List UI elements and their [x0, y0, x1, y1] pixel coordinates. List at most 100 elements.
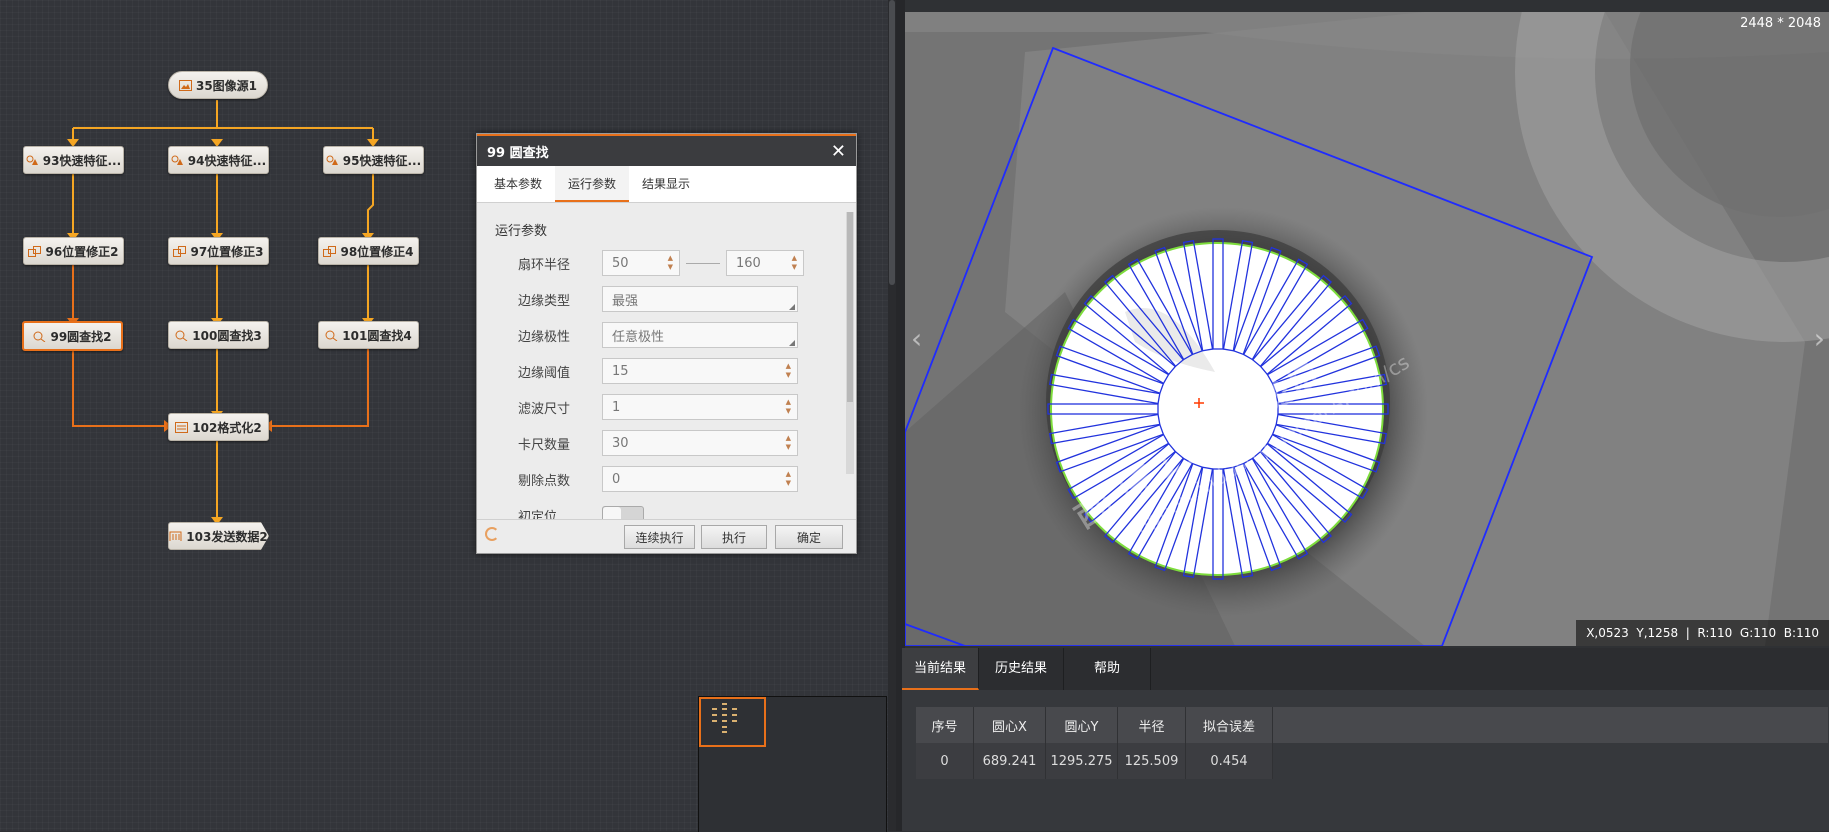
reject-points-input[interactable]: 0 ▲ ▼	[602, 466, 798, 492]
cell-filler	[1272, 743, 1828, 779]
node-label: 93快速特征...	[42, 153, 122, 168]
node-position-fix-98[interactable]: 98位置修正4	[318, 237, 419, 265]
node-circle-find-101[interactable]: 101圆查找4	[318, 321, 419, 349]
node-circle-find-99[interactable]: 99圆查找2	[22, 321, 123, 351]
col-header-filler	[1272, 707, 1828, 743]
image-resolution: 2448 * 2048	[1740, 16, 1821, 31]
section-title: 运行参数	[495, 224, 548, 239]
inspection-image: 西门子工业 技术论坛 support.industry.siemens.com/…	[905, 12, 1829, 646]
node-label: 102格式化2	[192, 420, 262, 435]
col-header[interactable]: 圆心Y	[1045, 707, 1118, 743]
spinner-icon[interactable]: ▲ ▼	[668, 254, 673, 272]
tab-basic-params[interactable]: 基本参数	[481, 166, 555, 202]
dialog-scrollbar[interactable]	[846, 212, 854, 474]
edge-type-select[interactable]: 最强	[602, 286, 798, 312]
tab-history-result[interactable]: 历史结果	[979, 648, 1065, 690]
param-reject-points: 剔除点数 0 ▲ ▼	[477, 461, 843, 497]
spinner-icon[interactable]: ▲ ▼	[786, 398, 791, 416]
tab-help[interactable]: 帮助	[1064, 648, 1152, 690]
image-viewer[interactable]: 西门子工业 技术论坛 support.industry.siemens.com/…	[905, 12, 1829, 646]
node-fast-feature-94[interactable]: 94快速特征...	[168, 146, 269, 174]
position-fix-icon	[173, 245, 187, 257]
col-header[interactable]: 半径	[1117, 707, 1186, 743]
param-filter-size: 滤波尺寸 1 ▲ ▼	[477, 389, 843, 425]
minimap-preview	[712, 703, 737, 733]
cell: 0.454	[1185, 743, 1273, 779]
ring-radius-min-input[interactable]: 50 ▲ ▼	[602, 250, 680, 276]
position-fix-icon	[323, 245, 337, 257]
node-label: 95快速特征...	[342, 153, 422, 168]
image-icon	[178, 79, 192, 91]
col-header[interactable]: 圆心X	[973, 707, 1046, 743]
node-position-fix-97[interactable]: 97位置修正3	[168, 237, 269, 265]
node-fast-feature-93[interactable]: 93快速特征...	[23, 146, 124, 174]
node-circle-find-100[interactable]: 100圆查找3	[168, 321, 269, 349]
circle-find-dialog: 99 圆查找 ✕ 基本参数 运行参数 结果显示 运行参数 扇环半径 50 ▲ ▼ …	[476, 133, 857, 554]
node-image-source[interactable]: 35图像源1	[168, 71, 268, 99]
result-area: 序号 圆心X 圆心Y 半径 拟合误差 0 689.241 1295.275 12…	[902, 690, 1829, 831]
dropdown-corner-icon	[789, 304, 795, 310]
node-fast-feature-95[interactable]: 95快速特征...	[323, 146, 424, 174]
param-label: 边缘阈值	[518, 365, 571, 381]
spinner-icon[interactable]: ▲ ▼	[786, 470, 791, 488]
position-fix-icon	[28, 245, 42, 257]
dialog-scrollbar-thumb[interactable]	[847, 212, 853, 402]
next-image-icon[interactable]: ›	[1814, 322, 1825, 355]
cell: 125.509	[1117, 743, 1186, 779]
flow-minimap[interactable]	[698, 696, 887, 832]
edge-polarity-select[interactable]: 任意极性	[602, 322, 798, 348]
tab-current-result[interactable]: 当前结果	[902, 648, 980, 690]
table-row[interactable]: 0 689.241 1295.275 125.509 0.454	[916, 743, 1828, 779]
param-label: 边缘极性	[518, 329, 571, 345]
ring-radius-max-input[interactable]: 160 ▲ ▼	[726, 250, 804, 276]
spinner-icon[interactable]: ▲ ▼	[792, 254, 797, 272]
continuous-run-button[interactable]: 连续执行	[624, 525, 695, 549]
node-label: 99圆查找2	[50, 329, 112, 344]
edge-threshold-input[interactable]: 15 ▲ ▼	[602, 358, 798, 384]
dialog-body: 运行参数 扇环半径 50 ▲ ▼ 160 ▲ ▼ 边缘类型 最强 边缘极性 任意极性	[477, 206, 843, 524]
param-edge-type: 边缘类型 最强	[477, 281, 843, 317]
spinner-icon[interactable]: ▲ ▼	[786, 434, 791, 452]
pixel-info: X,0523 Y,1258 | R:110 G:110 B:110	[1576, 620, 1829, 646]
canvas-scrollbar[interactable]	[888, 0, 896, 831]
dropdown-corner-icon	[789, 340, 795, 346]
col-header[interactable]: 序号	[916, 707, 974, 743]
node-label: 35图像源1	[195, 78, 258, 93]
result-tabs: 当前结果 历史结果 帮助	[902, 648, 1829, 690]
close-icon[interactable]: ✕	[831, 141, 846, 162]
param-label: 卡尺数量	[518, 437, 571, 453]
node-send-data-103[interactable]: 103发送数据2	[168, 522, 269, 550]
node-label: 94快速特征...	[187, 153, 267, 168]
dialog-footer: 连续执行 执行 确定	[477, 519, 856, 553]
feature-match-icon	[171, 155, 184, 166]
run-button[interactable]: 执行	[701, 525, 767, 549]
param-label: 滤波尺寸	[518, 401, 571, 417]
ok-button[interactable]: 确定	[775, 525, 843, 549]
refresh-icon[interactable]	[485, 527, 499, 541]
dialog-tabs: 基本参数 运行参数 结果显示	[477, 166, 856, 203]
node-format-102[interactable]: 102格式化2	[168, 413, 269, 441]
node-position-fix-96[interactable]: 96位置修正2	[23, 237, 124, 265]
tab-result-display[interactable]: 结果显示	[629, 166, 703, 202]
caliper-count-input[interactable]: 30 ▲ ▼	[602, 430, 798, 456]
circle-find-icon	[175, 330, 188, 341]
param-ring-radius: 扇环半径 50 ▲ ▼ 160 ▲ ▼	[477, 245, 843, 281]
feature-match-icon	[26, 155, 39, 166]
node-label: 97位置修正3	[190, 244, 264, 259]
tab-run-params[interactable]: 运行参数	[555, 166, 630, 202]
col-header[interactable]: 拟合误差	[1185, 707, 1273, 743]
param-edge-polarity: 边缘极性 任意极性	[477, 317, 843, 353]
filter-size-input[interactable]: 1 ▲ ▼	[602, 394, 798, 420]
format-icon	[175, 421, 189, 433]
result-table: 序号 圆心X 圆心Y 半径 拟合误差 0 689.241 1295.275 12…	[916, 707, 1828, 779]
param-caliper-count: 卡尺数量 30 ▲ ▼	[477, 425, 843, 461]
send-data-icon	[169, 531, 182, 542]
circle-find-icon	[325, 330, 338, 341]
feature-match-icon	[326, 155, 339, 166]
prev-image-icon[interactable]: ‹	[911, 322, 922, 355]
node-label: 103发送数据2	[186, 529, 268, 544]
cell: 1295.275	[1045, 743, 1118, 779]
scrollbar-thumb[interactable]	[889, 0, 895, 285]
spinner-icon[interactable]: ▲ ▼	[786, 362, 791, 380]
dialog-titlebar[interactable]: 99 圆查找 ✕	[477, 134, 856, 166]
